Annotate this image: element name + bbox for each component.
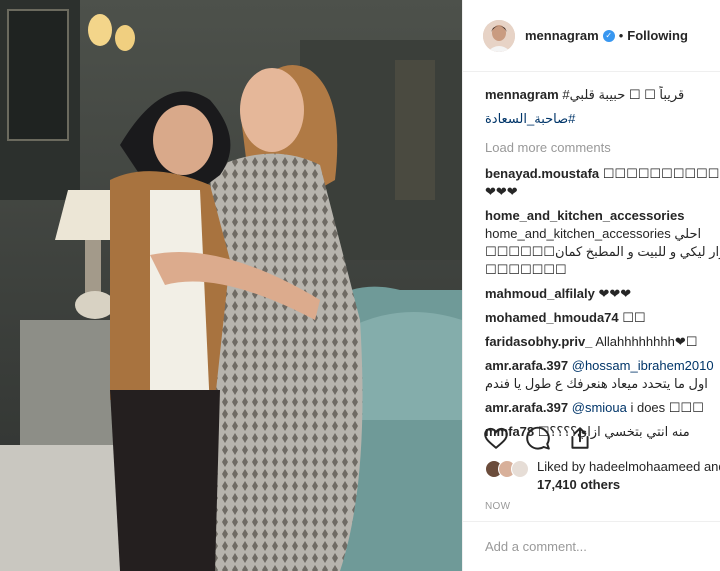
liker-avatars — [485, 460, 529, 478]
verified-icon: ✓ — [602, 29, 615, 42]
comment-text: ☐☐☐☐☐☐اكسسوار ليكي و للبيت و المطبخ كمان — [485, 244, 720, 259]
comment-mention-link[interactable]: @smioua — [572, 400, 627, 415]
comment-text: اول ما يتحدد ميعاد هنعرفك ع طول يا فندم — [485, 376, 708, 391]
comment-item: benayad.moustafa ☐☐☐☐☐☐☐☐☐☐☐ ❤❤❤ — [485, 165, 720, 201]
comment-text: home_and_kitchen_accessories احلي — [485, 226, 702, 241]
comment-item: home_and_kitchen_accessories home_and_ki… — [485, 207, 720, 279]
comment-text: ❤❤❤ — [485, 184, 518, 199]
likes-summary: Liked by hadeelmohaameed and 17,410 othe… — [485, 458, 720, 494]
comment-username[interactable]: amr.arafa.397 — [485, 358, 568, 373]
comment-username[interactable]: amr.arafa.397 — [485, 400, 568, 415]
avatar[interactable] — [511, 460, 529, 478]
comment-item: mahmoud_alfilaly ❤❤❤ — [485, 285, 720, 303]
likes-text[interactable]: Liked by hadeelmohaameed and 17,410 othe… — [537, 458, 720, 494]
username-link[interactable]: mennagram — [525, 28, 599, 43]
comment-username[interactable]: mahmoud_alfilaly — [485, 286, 595, 301]
heart-icon[interactable] — [483, 425, 509, 451]
comment-text: i does ☐☐☐ — [626, 400, 704, 415]
caption-username[interactable]: mennagram — [485, 87, 559, 102]
caption-text: #قريباً ☐ ☐ حبيبة قلبي — [562, 87, 685, 102]
likes-count[interactable]: 17,410 others — [537, 477, 620, 492]
comment-text: ☐☐ — [622, 310, 646, 325]
post-photo-image — [0, 0, 462, 571]
following-button[interactable]: Following — [627, 28, 688, 43]
comment-text: ❤❤❤ — [598, 286, 632, 301]
comment-username[interactable]: mohamed_hmouda74 — [485, 310, 619, 325]
comment-text: ☐☐☐☐☐☐☐☐☐☐☐ — [602, 166, 720, 181]
comment-username[interactable]: home_and_kitchen_accessories — [485, 208, 684, 223]
caption-hashtag[interactable]: #صاحبة_السعادة — [485, 110, 720, 128]
comment-text: ☐☐☐☐☐☐☐ — [485, 262, 567, 277]
action-bar — [483, 425, 593, 451]
comment-icon[interactable] — [525, 425, 551, 451]
comment-item: amr.arafa.397 @smioua i does ☐☐☐ — [485, 399, 720, 417]
post-sidebar: mennagram ✓ • Following mennagram #قريبا… — [462, 0, 720, 571]
comment-mention-link[interactable]: @hossam_ibrahem2010 — [572, 358, 714, 373]
caption: mennagram #قريباً ☐ ☐ حبيبة قلبي — [485, 86, 720, 104]
comments-list: mennagram #قريباً ☐ ☐ حبيبة قلبي #صاحبة_… — [463, 72, 720, 571]
post-photo[interactable] — [0, 0, 462, 571]
instagram-post: mennagram ✓ • Following mennagram #قريبا… — [0, 0, 720, 571]
comment-username[interactable]: benayad.moustafa — [485, 166, 599, 181]
share-icon[interactable] — [567, 425, 593, 451]
post-timestamp: NOW — [485, 501, 511, 512]
add-comment-input[interactable]: Add a comment... — [463, 521, 720, 571]
liked-by-text: Liked by hadeelmohaameed and — [537, 459, 720, 474]
separator-dot: • — [618, 28, 624, 43]
comment-username[interactable]: faridasobhy.priv_ — [485, 334, 592, 349]
load-more-comments-link[interactable]: Load more comments — [485, 140, 720, 155]
comment-text: Allahhhhhhhh❤☐ — [595, 334, 698, 349]
comment-item: faridasobhy.priv_ Allahhhhhhhh❤☐ — [485, 333, 720, 351]
comment-item: amr.arafa.397 @hossam_ibrahem2010 اول ما… — [485, 357, 720, 393]
comment-item: mohamed_hmouda74 ☐☐ — [485, 309, 720, 327]
post-header: mennagram ✓ • Following — [463, 0, 720, 72]
avatar[interactable] — [483, 19, 515, 52]
